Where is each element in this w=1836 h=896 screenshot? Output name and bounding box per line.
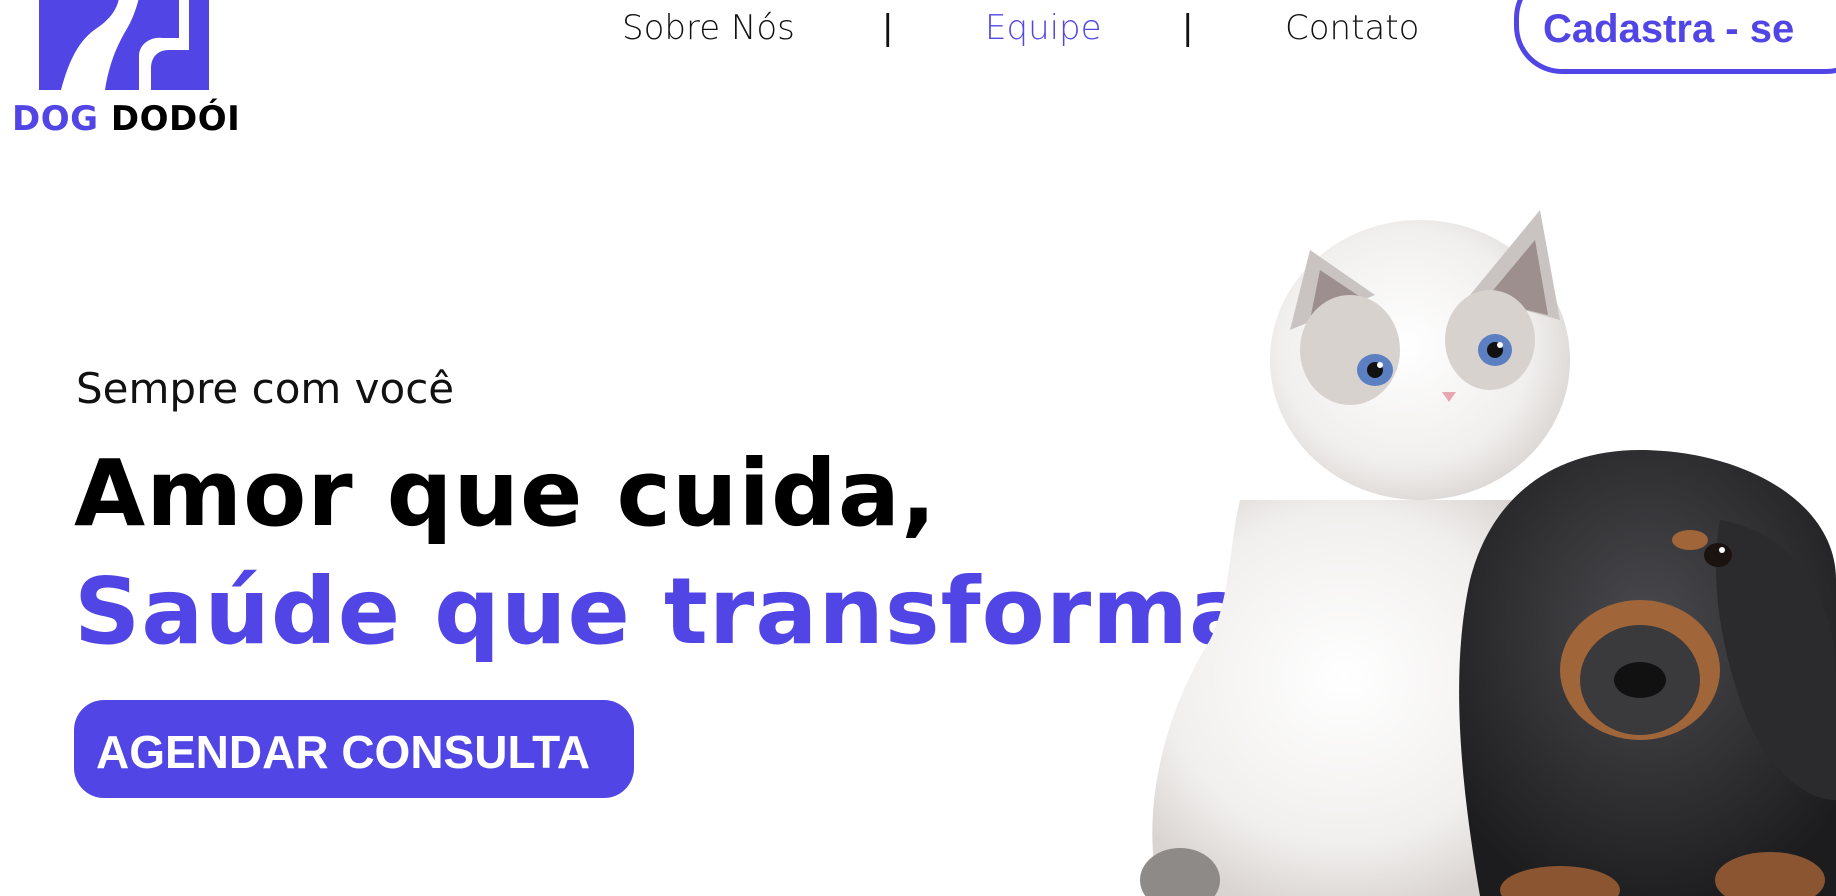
nav-link-sobre-nos[interactable]: Sobre Nós <box>622 6 795 50</box>
brand-name-part1: DOG <box>12 99 99 139</box>
landing-page: DOG DODÓI Sobre Nós | Equipe | Contato C… <box>0 0 1836 896</box>
nav-separator: | <box>882 8 894 48</box>
brand-name-part2: DODÓI <box>110 99 241 139</box>
nav-separator: | <box>1182 8 1194 48</box>
schedule-appointment-label: AGENDAR CONSULTA <box>96 726 591 778</box>
signup-button[interactable]: Cadastra - se <box>1514 0 1836 74</box>
brand-logo[interactable]: DOG DODÓI <box>8 0 240 140</box>
hero-headline-line1: Amor que cuida, <box>74 440 937 547</box>
dog-cat-silhouette-icon <box>39 0 209 90</box>
nav-link-equipe[interactable]: Equipe <box>985 6 1102 50</box>
brand-wordmark: DOG DODÓI <box>12 99 240 139</box>
signup-button-label: Cadastra - se <box>1543 7 1795 51</box>
schedule-appointment-button[interactable]: AGENDAR CONSULTA <box>74 700 634 798</box>
nav-link-contato[interactable]: Contato <box>1285 6 1419 50</box>
kitten-and-puppy-photo <box>1140 210 1836 896</box>
hero-eyebrow: Sempre com você <box>76 364 455 413</box>
hero-headline-line2: Saúde que transforma. <box>74 558 1289 665</box>
